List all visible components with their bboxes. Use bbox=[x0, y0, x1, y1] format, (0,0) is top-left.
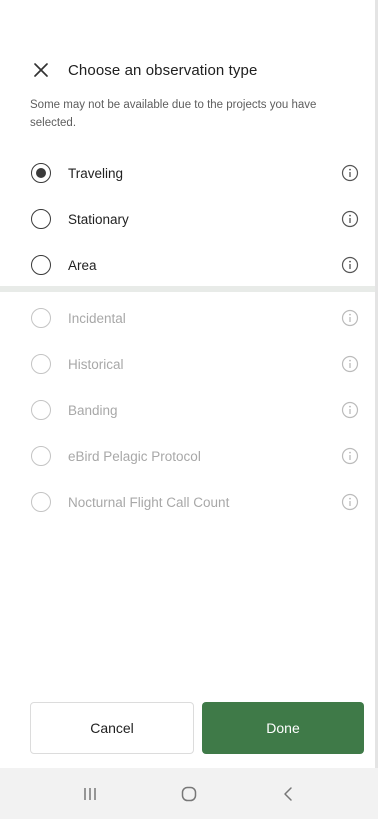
option-label: Banding bbox=[68, 402, 118, 418]
close-icon[interactable] bbox=[30, 59, 52, 81]
info-icon[interactable] bbox=[341, 210, 359, 228]
dialog-header: Choose an observation type bbox=[30, 56, 358, 84]
radio-unselected[interactable] bbox=[31, 209, 51, 229]
recent-apps-icon[interactable] bbox=[70, 779, 110, 809]
option-traveling[interactable]: Traveling bbox=[0, 150, 375, 196]
option-banding: Banding bbox=[0, 387, 375, 433]
info-icon[interactable] bbox=[341, 309, 359, 327]
option-area[interactable]: Area bbox=[0, 242, 375, 288]
radio-disabled bbox=[31, 446, 51, 466]
option-label: Area bbox=[68, 257, 97, 273]
info-icon[interactable] bbox=[341, 355, 359, 373]
option-incidental: Incidental bbox=[0, 295, 375, 341]
option-label: Nocturnal Flight Call Count bbox=[68, 494, 230, 510]
option-ebird-pelagic-protocol: eBird Pelagic Protocol bbox=[0, 433, 375, 479]
back-icon[interactable] bbox=[268, 779, 308, 809]
option-label: Traveling bbox=[68, 165, 124, 181]
radio-unselected[interactable] bbox=[31, 255, 51, 275]
system-navigation-bar bbox=[0, 768, 378, 819]
radio-disabled bbox=[31, 354, 51, 374]
option-stationary[interactable]: Stationary bbox=[0, 196, 375, 242]
radio-dot bbox=[36, 168, 46, 178]
dialog-actions: Cancel Done bbox=[30, 702, 364, 754]
disabled-options-list: Incidental Historical Banding eBird Pela… bbox=[0, 295, 375, 525]
option-label: Historical bbox=[68, 356, 124, 372]
option-nocturnal-flight-call-count: Nocturnal Flight Call Count bbox=[0, 479, 375, 525]
radio-disabled bbox=[31, 308, 51, 328]
info-icon[interactable] bbox=[341, 493, 359, 511]
option-historical: Historical bbox=[0, 341, 375, 387]
info-icon[interactable] bbox=[341, 256, 359, 274]
section-divider bbox=[0, 286, 375, 292]
info-icon[interactable] bbox=[341, 401, 359, 419]
done-button[interactable]: Done bbox=[202, 702, 364, 754]
dialog-subtitle: Some may not be available due to the pro… bbox=[30, 99, 317, 129]
option-label: eBird Pelagic Protocol bbox=[68, 448, 201, 464]
radio-disabled bbox=[31, 400, 51, 420]
option-label: Incidental bbox=[68, 310, 126, 326]
radio-disabled bbox=[31, 492, 51, 512]
info-icon[interactable] bbox=[341, 447, 359, 465]
info-icon[interactable] bbox=[341, 164, 359, 182]
dialog-title: Choose an observation type bbox=[68, 61, 258, 79]
home-icon[interactable] bbox=[169, 779, 209, 809]
option-label: Stationary bbox=[68, 211, 129, 227]
cancel-button[interactable]: Cancel bbox=[30, 702, 194, 754]
enabled-options-list: Traveling Stationary Area bbox=[0, 150, 375, 288]
radio-selected[interactable] bbox=[31, 163, 51, 183]
